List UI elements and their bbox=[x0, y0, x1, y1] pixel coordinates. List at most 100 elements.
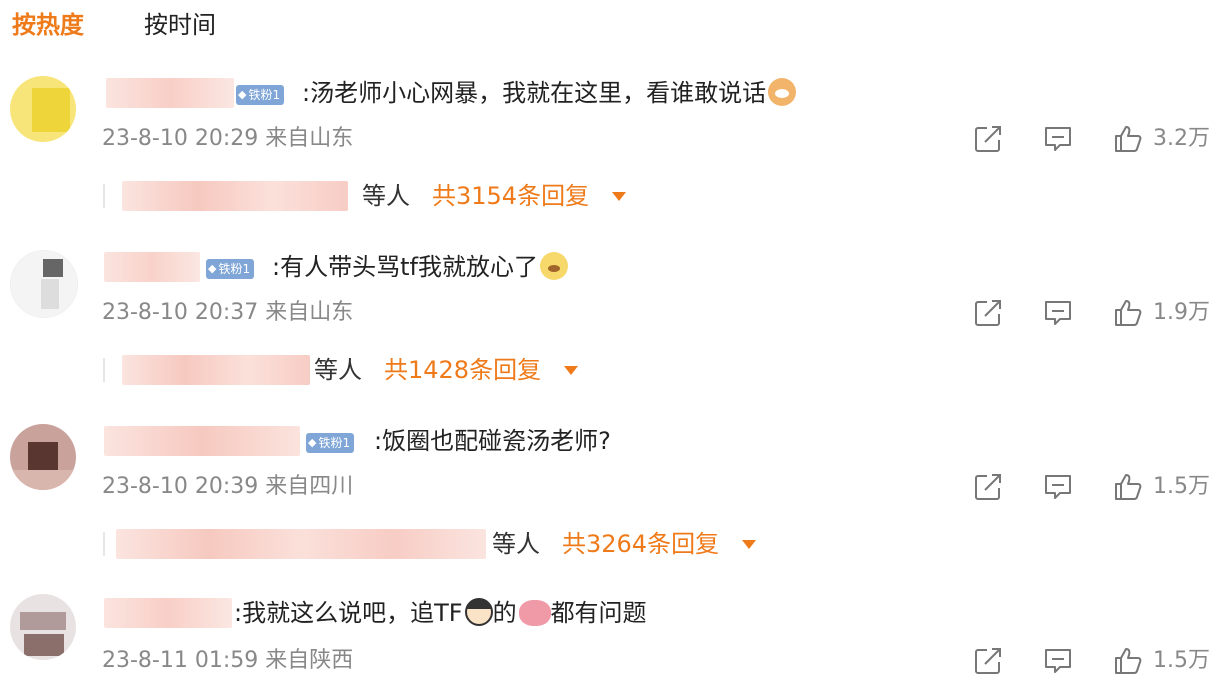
comment-meta: 23-8-10 20:29 来自山东 bbox=[102, 124, 353, 154]
diamond-icon: ◆ bbox=[308, 436, 317, 449]
reply-button[interactable] bbox=[1043, 472, 1073, 502]
username-blurred[interactable] bbox=[104, 426, 300, 456]
comment-actions: 3.2万 bbox=[933, 122, 1210, 156]
like-count: 1.9万 bbox=[1153, 300, 1210, 325]
reply-count-link[interactable]: 共1428条回复 bbox=[384, 352, 541, 388]
share-button[interactable] bbox=[973, 472, 1003, 502]
comment-location: 来自山东 bbox=[265, 126, 354, 151]
comment-text: :我就这么说吧，追TF 的 都有问题 bbox=[234, 596, 647, 630]
reply-count-link[interactable]: 共3154条回复 bbox=[432, 178, 589, 214]
like-count: 1.5万 bbox=[1153, 474, 1210, 499]
fan-badge-label: 铁粉1 bbox=[318, 436, 351, 450]
comment-location: 来自四川 bbox=[265, 474, 354, 499]
comment-time: 23-8-10 20:29 bbox=[102, 126, 259, 151]
comment-meta: 23-8-11 01:59 来自陕西 bbox=[102, 646, 353, 676]
boy-face-emoji bbox=[464, 598, 493, 626]
comment-item: ◆ 铁粉1 :汤老师小心网暴，我就在这里，看谁敢说话 23-8-10 20:29… bbox=[0, 72, 1228, 222]
fan-badge[interactable]: ◆ 铁粉1 bbox=[236, 85, 285, 105]
reply-divider bbox=[103, 184, 105, 208]
comment-actions: 1.5万 bbox=[933, 644, 1210, 678]
tab-sort-by-time[interactable]: 按时间 bbox=[144, 8, 216, 42]
comment-text: :汤老师小心网暴，我就在这里，看谁敢说话 bbox=[302, 76, 797, 110]
avatar[interactable] bbox=[10, 250, 78, 318]
brain-emoji bbox=[518, 600, 551, 626]
share-button[interactable] bbox=[973, 124, 1003, 154]
comment-text: :饭圈也配碰瓷汤老师? bbox=[374, 424, 611, 458]
sort-tabs: 按热度 按时间 bbox=[12, 8, 216, 42]
comment-time: 23-8-10 20:39 bbox=[102, 474, 259, 499]
reply-divider bbox=[103, 532, 105, 556]
dog-face-emoji bbox=[539, 252, 568, 280]
fan-badge-label: 铁粉1 bbox=[218, 262, 251, 276]
comment-text-content: :汤老师小心网暴，我就在这里，看谁敢说话 bbox=[302, 79, 767, 107]
comment-actions: 1.9万 bbox=[933, 296, 1210, 330]
like-button[interactable]: 1.5万 bbox=[1113, 646, 1210, 676]
comment-text-part: :我就这么说吧，追TF bbox=[234, 599, 463, 627]
comment-text-part: 都有问题 bbox=[550, 599, 647, 627]
comment-text: :有人带头骂tf我就放心了 bbox=[272, 250, 568, 284]
reply-count-link[interactable]: 共3264条回复 bbox=[562, 526, 719, 562]
expand-caret-icon[interactable] bbox=[612, 192, 626, 201]
thumbs-up-icon bbox=[1113, 472, 1143, 502]
reply-summary[interactable]: 等人 共3154条回复 bbox=[0, 178, 700, 214]
comment-meta: 23-8-10 20:37 来自山东 bbox=[102, 298, 353, 328]
reply-usernames-blurred bbox=[116, 529, 486, 559]
avatar[interactable] bbox=[10, 76, 76, 142]
comment-time: 23-8-10 20:37 bbox=[102, 300, 259, 325]
reply-usernames-blurred bbox=[122, 181, 348, 211]
thumbs-up-icon bbox=[1113, 646, 1143, 676]
share-button[interactable] bbox=[973, 298, 1003, 328]
thumbs-up-icon bbox=[1113, 124, 1143, 154]
like-count: 3.2万 bbox=[1153, 126, 1210, 151]
avatar[interactable] bbox=[10, 594, 76, 660]
fan-badge[interactable]: ◆ 铁粉1 bbox=[206, 259, 255, 279]
comment-text-part: 的 bbox=[492, 599, 517, 627]
share-icon bbox=[973, 472, 1003, 502]
comment-item: :我就这么说吧，追TF 的 都有问题 23-8-11 01:59 来自陕西 1.5万 bbox=[0, 594, 1228, 694]
comment-actions: 1.5万 bbox=[933, 470, 1210, 504]
username-blurred[interactable] bbox=[106, 78, 234, 108]
thumbs-up-icon bbox=[1113, 298, 1143, 328]
comment-text-content: :饭圈也配碰瓷汤老师? bbox=[374, 427, 611, 455]
comment-icon bbox=[1043, 298, 1073, 328]
username-blurred[interactable] bbox=[104, 252, 200, 282]
comment-time: 23-8-11 01:59 bbox=[102, 648, 259, 673]
reply-usernames-blurred bbox=[122, 355, 310, 385]
expand-caret-icon[interactable] bbox=[564, 366, 578, 375]
diamond-icon: ◆ bbox=[208, 262, 217, 275]
comment-meta: 23-8-10 20:39 来自四川 bbox=[102, 472, 353, 502]
reply-summary[interactable]: 等人 共1428条回复 bbox=[0, 352, 700, 388]
reply-button[interactable] bbox=[1043, 298, 1073, 328]
comment-item: ◆ 铁粉1 :饭圈也配碰瓷汤老师? 23-8-10 20:39 来自四川 1.5… bbox=[0, 420, 1228, 570]
fan-badge[interactable]: ◆ 铁粉1 bbox=[306, 433, 355, 453]
share-button[interactable] bbox=[973, 646, 1003, 676]
comment-location: 来自山东 bbox=[265, 300, 354, 325]
reply-button[interactable] bbox=[1043, 646, 1073, 676]
like-button[interactable]: 1.5万 bbox=[1113, 472, 1210, 502]
reply-etc-label: 等人 bbox=[492, 530, 540, 558]
share-icon bbox=[973, 646, 1003, 676]
reply-button[interactable] bbox=[1043, 124, 1073, 154]
like-count: 1.5万 bbox=[1153, 648, 1210, 673]
comment-item: ◆ 铁粉1 :有人带头骂tf我就放心了 23-8-10 20:37 来自山东 1… bbox=[0, 246, 1228, 396]
avatar[interactable] bbox=[10, 424, 76, 490]
comment-icon bbox=[1043, 124, 1073, 154]
reply-summary[interactable]: 等人 共3264条回复 bbox=[0, 526, 800, 562]
tab-sort-by-hot[interactable]: 按热度 bbox=[12, 8, 84, 42]
cat-face-emoji bbox=[768, 78, 797, 106]
expand-caret-icon[interactable] bbox=[742, 540, 756, 549]
reply-etc-label: 等人 bbox=[362, 182, 410, 210]
diamond-icon: ◆ bbox=[238, 88, 247, 101]
like-button[interactable]: 3.2万 bbox=[1113, 124, 1210, 154]
share-icon bbox=[973, 298, 1003, 328]
username-blurred[interactable] bbox=[104, 598, 232, 628]
fan-badge-label: 铁粉1 bbox=[248, 88, 281, 102]
comment-icon bbox=[1043, 472, 1073, 502]
share-icon bbox=[973, 124, 1003, 154]
comment-text-content: :有人带头骂tf我就放心了 bbox=[272, 253, 538, 281]
reply-etc-label: 等人 bbox=[314, 356, 362, 384]
reply-divider bbox=[103, 358, 105, 382]
comment-location: 来自陕西 bbox=[265, 648, 354, 673]
like-button[interactable]: 1.9万 bbox=[1113, 298, 1210, 328]
comment-icon bbox=[1043, 646, 1073, 676]
